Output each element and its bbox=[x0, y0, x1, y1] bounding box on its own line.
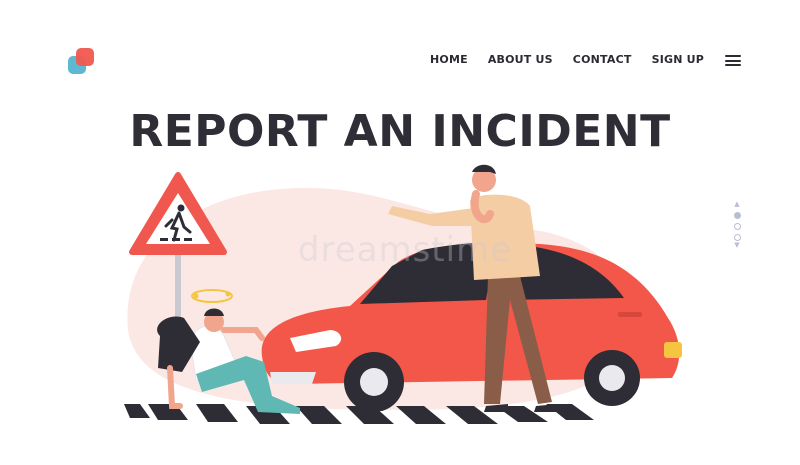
pager: ▲ ▼ bbox=[731, 200, 743, 249]
pager-down-icon[interactable]: ▼ bbox=[731, 241, 743, 249]
watermark: dreamstime bbox=[297, 230, 513, 270]
pager-dot[interactable] bbox=[733, 212, 741, 219]
pager-dot[interactable] bbox=[733, 223, 741, 230]
pager-up-icon[interactable]: ▲ bbox=[731, 200, 743, 208]
pager-dot[interactable] bbox=[733, 234, 741, 241]
